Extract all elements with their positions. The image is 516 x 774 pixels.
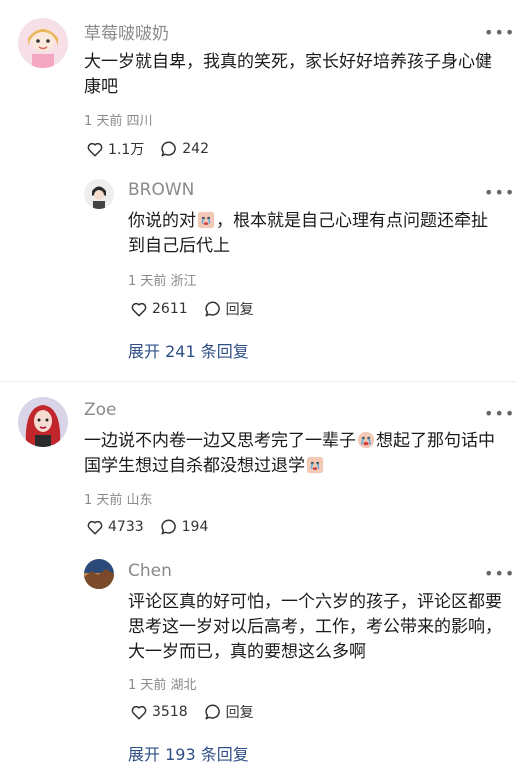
comment-text: 大一岁就自卑，我真的笑死，家长好好培养孩子身心健康吧	[84, 52, 492, 97]
reply-button[interactable]: 回复	[204, 702, 254, 722]
reply-meta: 1 天前 浙江	[128, 270, 197, 289]
comment-actions: 1.1万 242	[86, 139, 225, 159]
reply-actions: 2611 回复	[130, 299, 270, 319]
expand-replies-link[interactable]: 展开 241 条回复	[128, 338, 249, 362]
like-count: 1.1万	[108, 142, 145, 158]
avatar-zoe[interactable]	[18, 397, 68, 447]
reply-meta: 1 天前 湖北	[128, 674, 197, 693]
reply-username[interactable]: Chen	[128, 561, 172, 581]
reply-time: 1 天前	[128, 274, 167, 289]
avatar-caomei[interactable]	[18, 18, 68, 68]
more-dots-icon[interactable]: •••	[484, 185, 515, 201]
reply-count: 242	[182, 141, 209, 157]
reply-text-part: 你说的对	[128, 211, 196, 231]
speech-bubble-icon	[161, 141, 177, 157]
comment-meta: 1 天前 四川	[84, 110, 153, 129]
comment-divider	[0, 381, 516, 382]
comment-location: 山东	[126, 493, 153, 508]
heart-outline-icon	[87, 520, 103, 535]
crying-face-emoji-icon	[306, 456, 324, 474]
comment-actions: 4733 194	[86, 518, 224, 536]
reply-count: 194	[181, 519, 209, 535]
reply-location: 浙江	[170, 274, 197, 289]
reply-time: 1 天前	[128, 678, 167, 693]
avatar-chen[interactable]	[84, 559, 114, 589]
like-count: 4733	[108, 519, 144, 535]
comment-count-button[interactable]: 242	[160, 140, 209, 158]
reply-button[interactable]: 回复	[204, 299, 254, 319]
comment-location: 四川	[126, 114, 153, 129]
reply-label: 回复	[225, 705, 254, 721]
more-dots-icon[interactable]: •••	[484, 25, 515, 41]
reply-actions: 3518 回复	[130, 702, 270, 722]
comment-text-part: 一边说不内卷一边又思考完了一辈子	[84, 431, 356, 451]
comment-time: 1 天前	[84, 493, 123, 508]
like-button[interactable]: 3518	[130, 703, 188, 721]
like-count: 3518	[152, 704, 188, 720]
reply-text: 评论区真的好可怕，一个六岁的孩子，评论区都要思考这一岁对以后高考，工作，考公带来…	[128, 592, 502, 662]
comment-meta: 1 天前 山东	[84, 489, 153, 508]
more-dots-icon[interactable]: •••	[484, 406, 515, 422]
heart-outline-icon	[87, 142, 103, 157]
reply-label: 回复	[225, 302, 254, 318]
reply-text: 你说的对 ，根本就是自己心理有点问题还牵扯到自己后代上	[128, 209, 504, 259]
expand-replies-link[interactable]: 展开 193 条回复	[128, 741, 249, 765]
reply-location: 湖北	[170, 678, 197, 693]
like-button[interactable]: 4733	[86, 518, 144, 536]
comment-text: 一边说不内卷一边又思考完了一辈子 想起了那句话中国学生想过自杀都没想过退学	[84, 429, 504, 479]
comment-username[interactable]: Zoe	[84, 400, 117, 420]
like-button[interactable]: 2611	[130, 300, 188, 318]
reply-username[interactable]: BROWN	[128, 180, 194, 200]
like-count: 2611	[152, 301, 188, 317]
speech-bubble-icon	[160, 519, 176, 535]
comment-username[interactable]: 草莓啵啵奶	[84, 19, 169, 44]
avatar-brown[interactable]	[84, 179, 114, 209]
heart-outline-icon	[131, 302, 147, 317]
like-button[interactable]: 1.1万	[86, 139, 144, 159]
crying-face-emoji-icon	[197, 211, 215, 229]
speech-bubble-icon	[204, 301, 220, 317]
speech-bubble-icon	[204, 704, 220, 720]
heart-outline-icon	[131, 705, 147, 720]
crying-face-emoji-icon	[357, 431, 375, 449]
more-dots-icon[interactable]: •••	[484, 566, 515, 582]
comment-count-button[interactable]: 194	[160, 518, 209, 536]
comment-time: 1 天前	[84, 114, 123, 129]
